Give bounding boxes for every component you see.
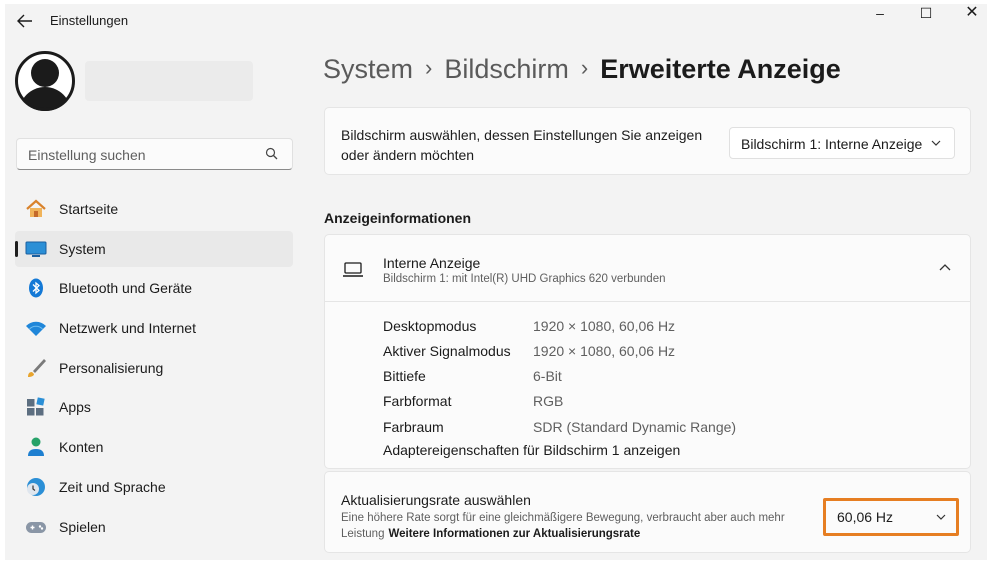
refresh-rate-card: Aktualisierungsrate auswählen Eine höher… (324, 471, 971, 553)
active-indicator (15, 240, 18, 257)
sidebar-item-system[interactable]: System (15, 230, 293, 267)
globe-clock-icon (27, 477, 45, 496)
refresh-rate-description: Eine höhere Rate sorgt für eine gleichmä… (341, 512, 785, 540)
sidebar-item-bluetooth[interactable]: Bluetooth und Geräte (15, 270, 293, 306)
search-icon (265, 147, 278, 160)
apps-icon (27, 397, 45, 416)
breadcrumb-bildschirm[interactable]: Bildschirm (444, 54, 569, 84)
breadcrumb-separator: › (425, 55, 433, 80)
home-icon (26, 199, 46, 217)
chevron-down-icon (931, 140, 941, 146)
laptop-icon (343, 262, 363, 277)
arrow-left-icon (17, 14, 32, 28)
refresh-rate-info-link[interactable]: Weitere Informationen zur Aktualisierung… (388, 528, 640, 540)
refresh-rate-value: 60,06 Hz (837, 509, 894, 525)
breadcrumb-system[interactable]: System (323, 54, 413, 84)
user-name-placeholder (85, 61, 253, 101)
bluetooth-icon (29, 278, 43, 298)
breadcrumb: System › Bildschirm › Erweiterte Anzeige (323, 54, 841, 85)
breadcrumb-separator: › (580, 55, 589, 80)
search-input[interactable]: Einstellung suchen (16, 138, 293, 170)
refresh-rate-highlight: 60,06 Hz (823, 498, 959, 536)
refresh-rate-title: Aktualisierungsrate auswählen (341, 492, 531, 508)
display-info-card: Interne Anzeige Bildschirm 1: mit Intel(… (324, 234, 971, 469)
monitor-icon (25, 241, 47, 257)
sidebar-item-spielen[interactable]: Spielen (15, 509, 293, 545)
display-info-header[interactable]: Interne Anzeige Bildschirm 1: mit Intel(… (325, 235, 970, 302)
display-select-card: Bildschirm auswählen, dessen Einstellung… (324, 107, 971, 175)
sidebar-item-apps[interactable]: Apps (15, 389, 293, 425)
refresh-rate-dropdown[interactable]: 60,06 Hz (829, 504, 953, 530)
display-select-description: Bildschirm auswählen, dessen Einstellung… (341, 127, 703, 163)
sidebar-nav: Startseite System Bluetooth und Geräte N… (15, 191, 293, 548)
adapter-properties-link[interactable]: Adaptereigenschaften für Bildschirm 1 an… (383, 442, 680, 458)
avatar-ring (15, 51, 75, 111)
chevron-up-icon[interactable] (938, 262, 952, 274)
display-subtitle: Bildschirm 1: mit Intel(R) UHD Graphics … (383, 273, 666, 285)
page-title: Erweiterte Anzeige (600, 54, 841, 84)
close-button[interactable]: ✕ (949, 4, 987, 26)
settings-window: Einstellungen – ☐ ✕ Einstellung suchen S… (5, 4, 987, 560)
section-title: Anzeigeinformationen (324, 210, 472, 226)
display-select-value: Bildschirm 1: Interne Anzeige (741, 136, 923, 152)
minimize-button[interactable]: – (857, 4, 903, 26)
title-bar: Einstellungen – ☐ ✕ (5, 4, 987, 38)
back-button[interactable] (15, 12, 35, 30)
sidebar-item-netzwerk[interactable]: Netzwerk und Internet (15, 310, 293, 346)
person-icon (28, 437, 44, 457)
display-select-dropdown[interactable]: Bildschirm 1: Interne Anzeige (729, 127, 955, 159)
gamepad-icon (26, 521, 46, 533)
chevron-down-icon (936, 514, 946, 520)
sidebar-item-startseite[interactable]: Startseite (15, 191, 293, 227)
app-title: Einstellungen (50, 13, 129, 28)
sidebar-item-zeit[interactable]: Zeit und Sprache (15, 469, 293, 505)
wifi-icon (26, 321, 46, 337)
maximize-button[interactable]: ☐ (903, 4, 949, 26)
sidebar-item-personalisierung[interactable]: Personalisierung (15, 350, 293, 386)
sidebar-item-konten[interactable]: Konten (15, 429, 293, 465)
search-placeholder: Einstellung suchen (28, 147, 146, 163)
brush-icon (28, 358, 46, 377)
display-name: Interne Anzeige (383, 255, 481, 271)
